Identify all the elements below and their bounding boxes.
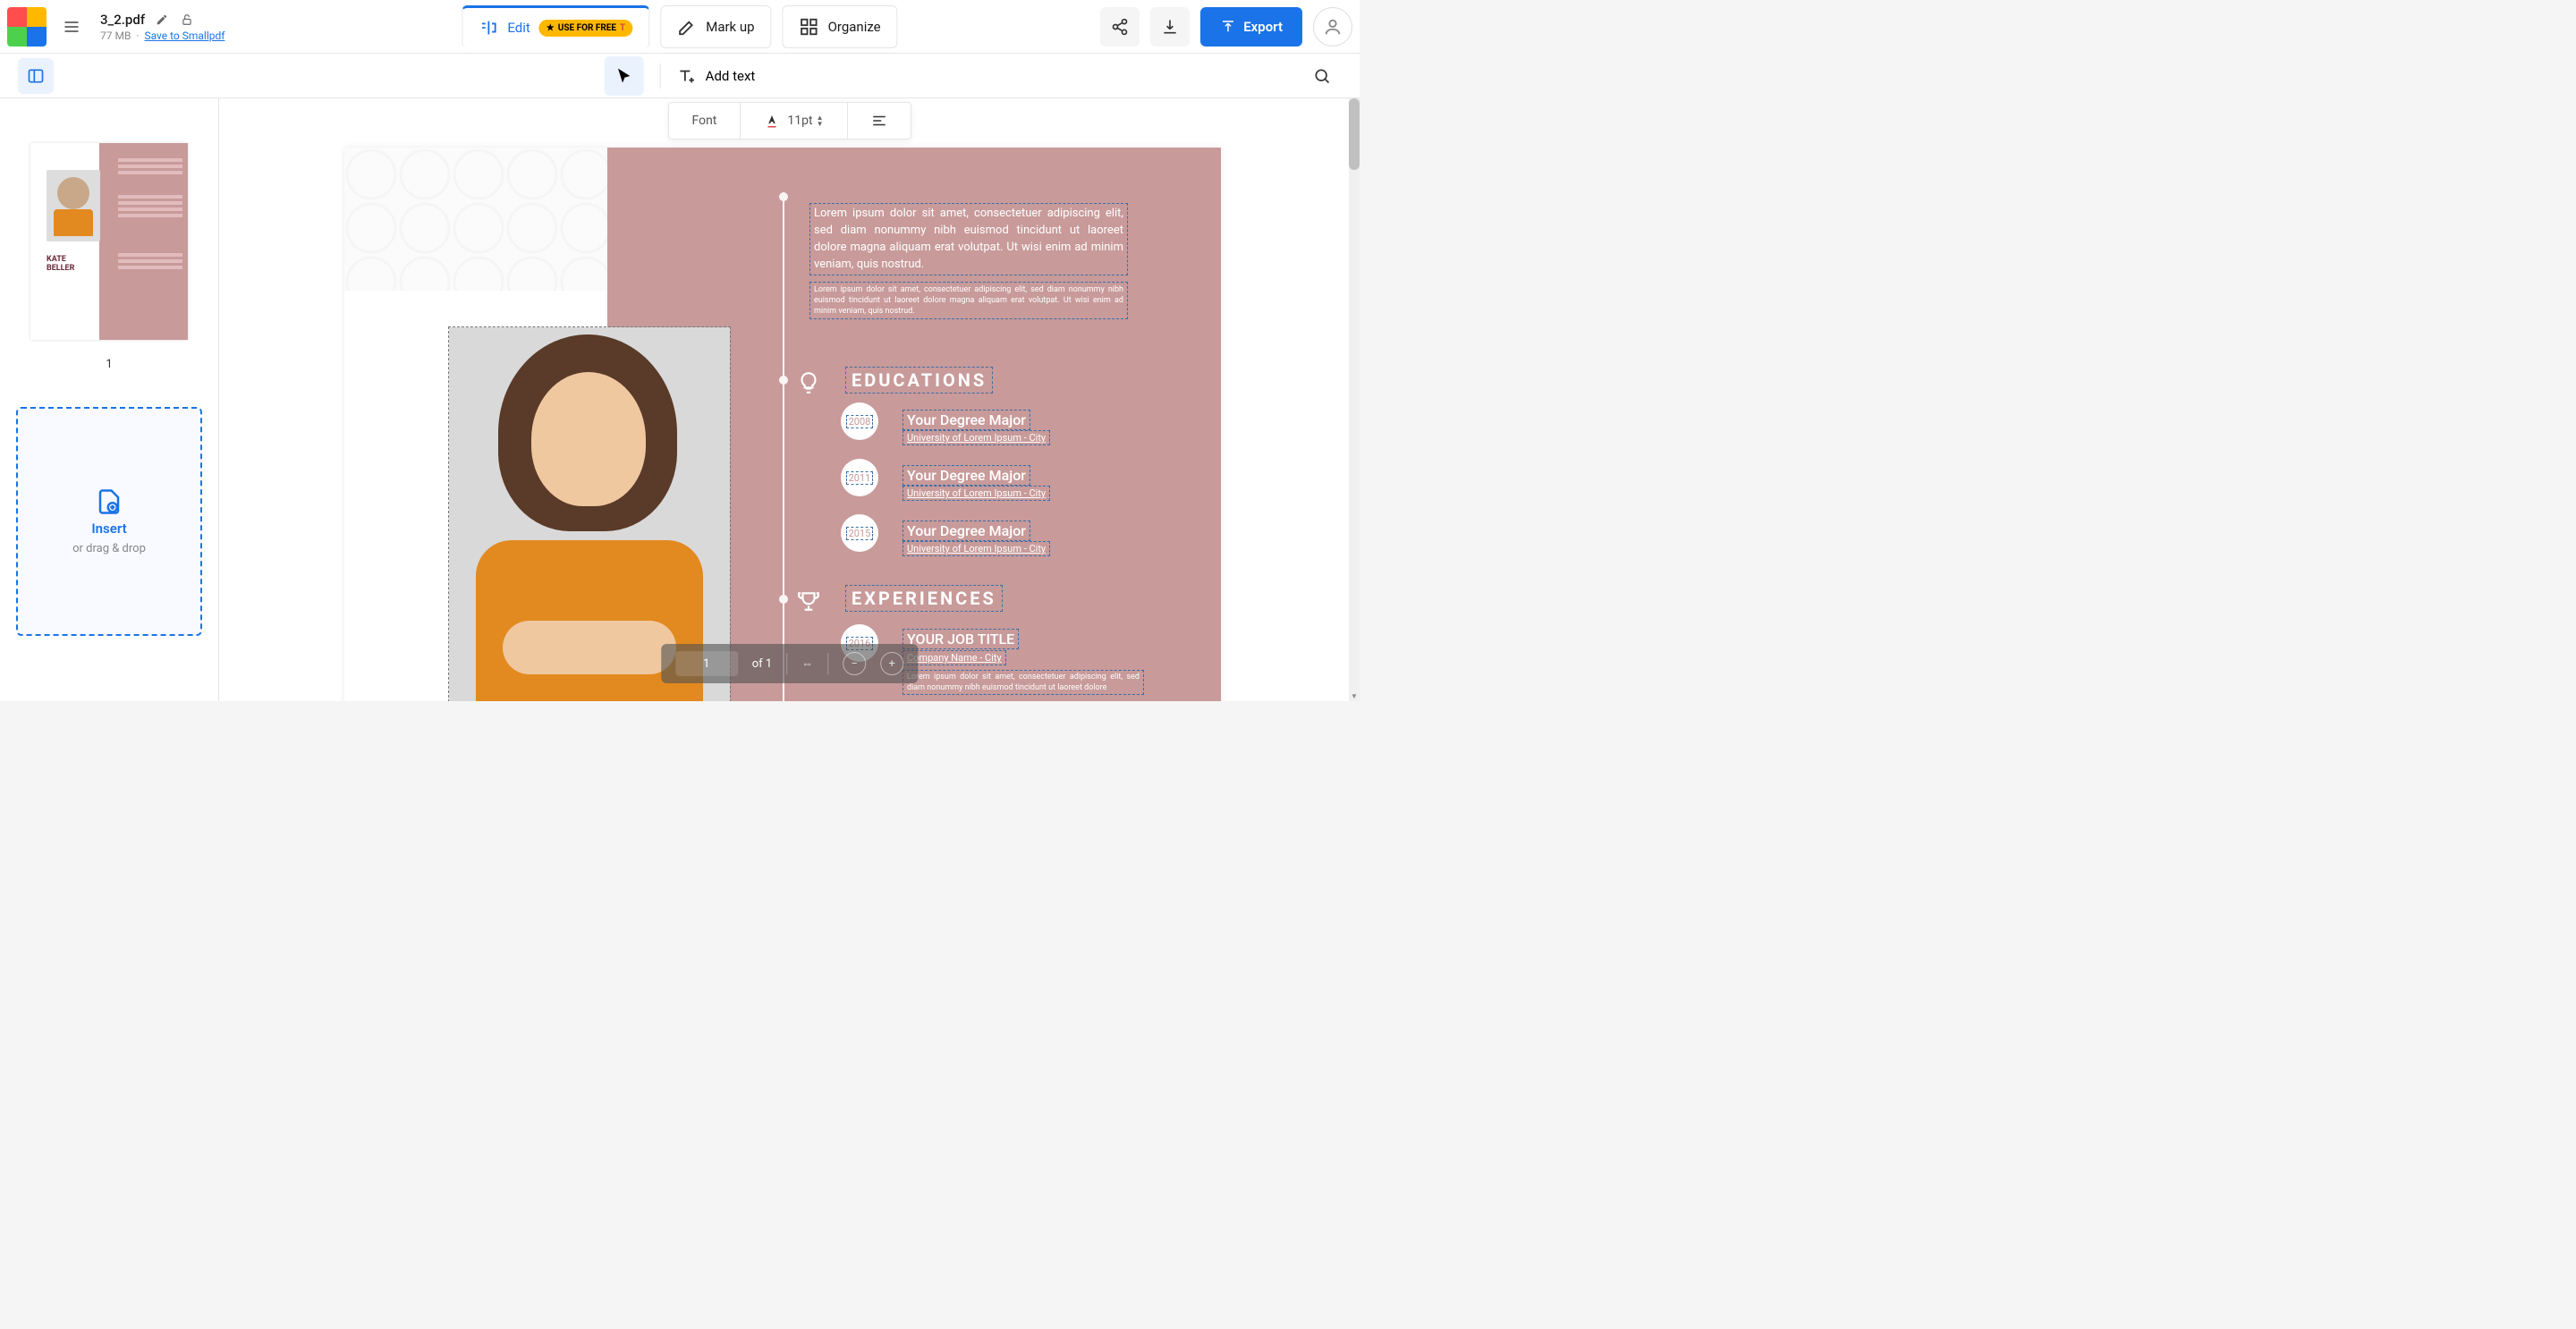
toggle-sidebar-button[interactable]: [18, 58, 54, 94]
thumb-page-number: 1: [106, 358, 112, 371]
tab-edit[interactable]: Edit ★USE FOR FREE T: [462, 5, 649, 48]
tab-markup-label: Mark up: [706, 19, 754, 35]
page-thumbnail-1[interactable]: KATEBELLER: [30, 143, 188, 340]
page-total-label: of 1: [752, 657, 772, 671]
font-picker[interactable]: Font: [669, 103, 741, 139]
search-button[interactable]: [1302, 56, 1342, 96]
divider: [660, 63, 661, 89]
vertical-scrollbar[interactable]: ▼: [1349, 98, 1360, 701]
insert-label: Insert: [91, 521, 126, 537]
section-experiences[interactable]: EXPERIENCES: [845, 585, 1003, 612]
document-canvas[interactable]: Font 11pt▲▼ Lorem ipsum dolor sit ame: [219, 98, 1360, 701]
intro-paragraph-1[interactable]: Lorem ipsum dolor sit amet, consectetuer…: [809, 203, 1128, 275]
page-1[interactable]: Lorem ipsum dolor sit amet, consectetuer…: [344, 148, 1221, 701]
tab-edit-label: Edit: [507, 20, 530, 36]
job-sub[interactable]: Company Name - City: [902, 650, 1006, 665]
free-badge: ★USE FOR FREE T: [539, 20, 632, 37]
edu-year-1[interactable]: 2008: [841, 402, 878, 440]
edu-sub-3[interactable]: University of Lorem Ipsum - City: [902, 541, 1050, 556]
download-button[interactable]: [1150, 7, 1190, 47]
edu-sub-1[interactable]: University of Lorem Ipsum - City: [902, 430, 1050, 445]
text-format-toolbar: Font 11pt▲▼: [668, 102, 911, 140]
edu-sub-2[interactable]: University of Lorem Ipsum - City: [902, 486, 1050, 501]
export-label: Export: [1243, 19, 1283, 35]
job-body[interactable]: Lorem ipsum dolor sit amet, consectetuer…: [902, 670, 1144, 695]
account-button[interactable]: [1313, 7, 1352, 47]
insert-sublabel: or drag & drop: [72, 542, 146, 555]
add-text-button[interactable]: Add text: [677, 66, 756, 86]
intro-paragraph-2[interactable]: Lorem ipsum dolor sit amet, consectetuer…: [809, 282, 1128, 319]
job-title[interactable]: YOUR JOB TITLE: [902, 629, 1019, 649]
edu-title-2[interactable]: Your Degree Major: [902, 465, 1030, 486]
lightbulb-icon: [795, 369, 822, 396]
app-logo[interactable]: [7, 7, 47, 47]
font-size-stepper[interactable]: 11pt▲▼: [787, 114, 823, 128]
section-educations[interactable]: EDUCATIONS: [845, 367, 993, 394]
edu-year-3[interactable]: 2015: [841, 514, 878, 552]
thumbnail-sidebar: KATEBELLER 1 Insert or drag & drop: [0, 98, 219, 701]
share-button[interactable]: [1100, 7, 1140, 47]
edit-filename-icon[interactable]: [154, 12, 170, 28]
edu-title-1[interactable]: Your Degree Major: [902, 410, 1030, 430]
insert-page-button[interactable]: Insert or drag & drop: [16, 407, 202, 636]
fit-width-button[interactable]: ⇔: [801, 656, 813, 671]
file-name: 3_2.pdf: [100, 12, 145, 28]
add-text-label: Add text: [706, 68, 756, 84]
select-tool[interactable]: [605, 56, 644, 96]
zoom-in-button[interactable]: +: [880, 652, 903, 675]
save-link[interactable]: Save to Smallpdf: [144, 30, 225, 42]
page-navigator: of 1 ⇔ − +: [661, 644, 918, 683]
edu-year-2[interactable]: 2011: [841, 459, 878, 496]
file-meta: 77 MB · Save to Smallpdf: [100, 30, 225, 42]
thumb-name: KATEBELLER: [47, 255, 74, 273]
align-picker[interactable]: [848, 103, 911, 139]
trophy-icon: [795, 588, 822, 614]
tab-markup[interactable]: Mark up: [660, 5, 771, 48]
font-color-picker[interactable]: 11pt▲▼: [741, 103, 847, 139]
edu-title-3[interactable]: Your Degree Major: [902, 521, 1030, 541]
menu-button[interactable]: [54, 9, 89, 45]
page-number-input[interactable]: [675, 651, 738, 676]
tab-organize[interactable]: Organize: [783, 5, 898, 48]
tab-organize-label: Organize: [828, 19, 881, 35]
zoom-out-button[interactable]: −: [843, 652, 866, 675]
lock-icon[interactable]: [179, 12, 195, 28]
export-button[interactable]: Export: [1200, 7, 1302, 47]
